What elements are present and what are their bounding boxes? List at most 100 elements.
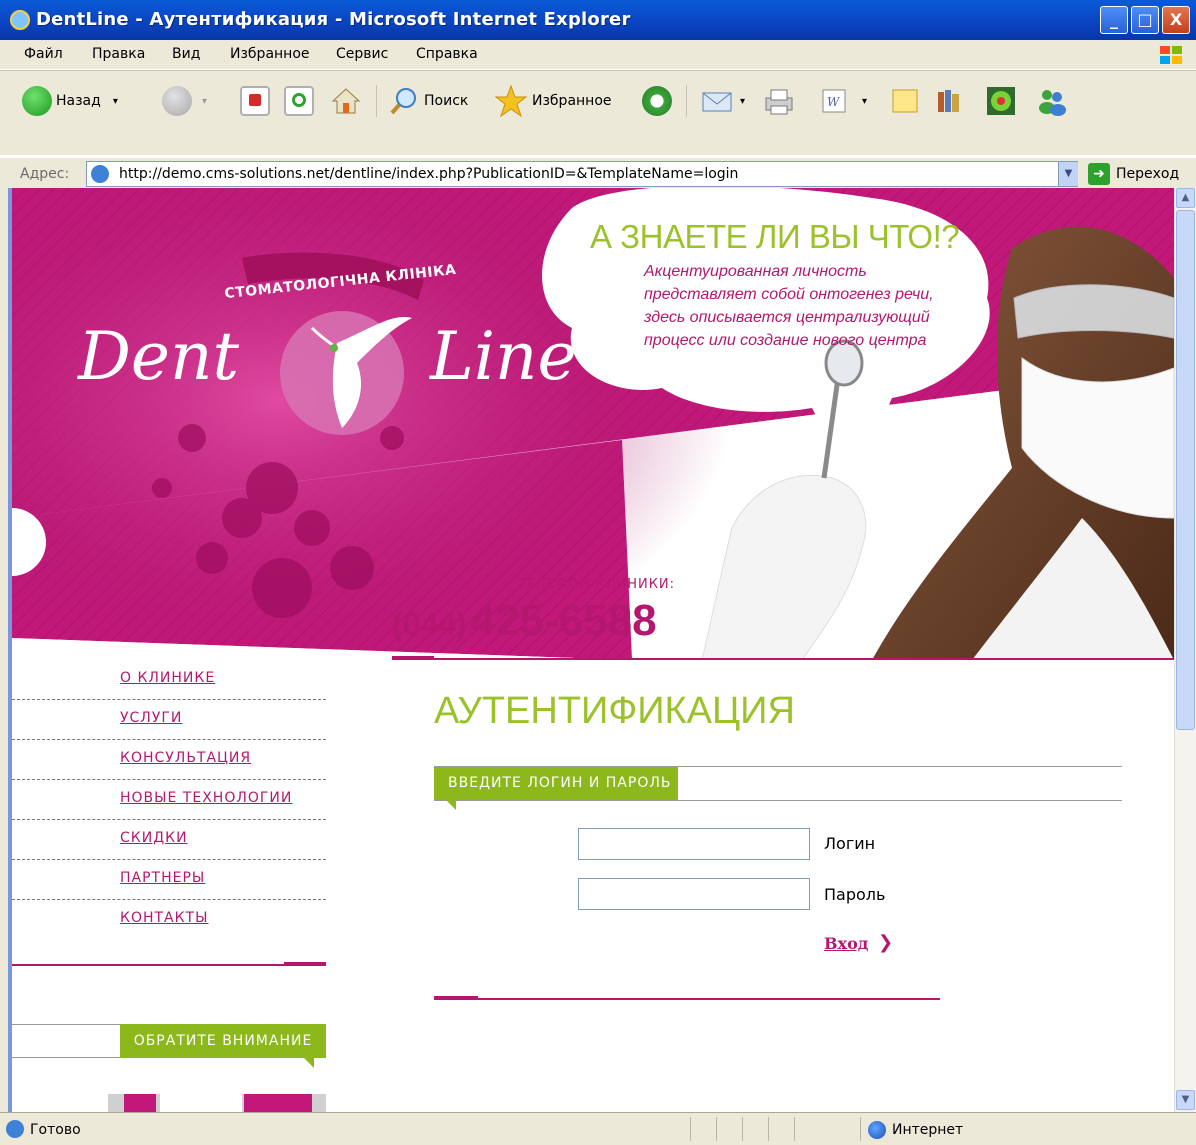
address-dropdown-icon[interactable]: ▼ bbox=[1058, 162, 1078, 186]
content-divider-accent bbox=[434, 996, 478, 1000]
password-label: Пароль bbox=[824, 885, 886, 904]
icq-button[interactable] bbox=[986, 83, 1016, 119]
nav-link-consultation[interactable]: КОНСУЛЬТАЦИЯ bbox=[120, 750, 251, 766]
mail-icon bbox=[702, 92, 732, 112]
page-viewport: СТОМАТОЛОГІЧНА КЛІНІКА Dent Line А ЗНАЕТ… bbox=[12, 188, 1174, 1112]
chevron-right-icon: ❯ bbox=[878, 932, 894, 953]
close-button[interactable]: X bbox=[1162, 6, 1190, 34]
icq-flower-icon bbox=[987, 87, 1015, 115]
go-arrow-icon: ➜ bbox=[1088, 163, 1110, 185]
window-left-border bbox=[0, 188, 12, 1112]
page-status-icon bbox=[6, 1120, 24, 1138]
login-input[interactable] bbox=[578, 828, 810, 860]
address-bar: Адрес: http://demo.cms-solutions.net/den… bbox=[0, 157, 1196, 190]
discuss-button[interactable] bbox=[890, 83, 920, 119]
history-icon bbox=[642, 86, 672, 116]
address-label: Адрес: bbox=[20, 166, 70, 182]
menu-file[interactable]: Файл bbox=[24, 46, 63, 62]
status-text: Готово bbox=[30, 1122, 81, 1138]
printer-icon bbox=[765, 89, 793, 115]
nav-link-partners[interactable]: ПАРТНЕРЫ bbox=[120, 870, 205, 886]
nav-link-contacts[interactable]: КОНТАКТЫ bbox=[120, 910, 208, 926]
home-icon bbox=[331, 88, 361, 114]
nav-divider-accent bbox=[284, 962, 326, 966]
favorites-label: Избранное bbox=[532, 93, 612, 109]
maximize-button[interactable]: □ bbox=[1131, 6, 1159, 34]
windows-logo-icon bbox=[1160, 46, 1182, 64]
search-button[interactable]: Поиск bbox=[388, 83, 468, 119]
back-button[interactable]: Назад ▾ bbox=[22, 83, 118, 119]
scroll-up-button[interactable]: ▲ bbox=[1176, 188, 1195, 208]
menu-favorites[interactable]: Избранное bbox=[230, 46, 310, 62]
nav-item-partners: ПАРТНЕРЫ bbox=[12, 860, 326, 900]
menu-tools[interactable]: Сервис bbox=[336, 46, 388, 62]
login-submit-link[interactable]: Вход bbox=[824, 934, 868, 953]
security-zone: Интернет bbox=[892, 1122, 964, 1138]
attention-tail bbox=[304, 1058, 314, 1068]
scroll-down-button[interactable]: ▼ bbox=[1176, 1090, 1195, 1110]
back-arrow-icon bbox=[22, 86, 52, 116]
messenger-button[interactable] bbox=[1036, 83, 1068, 119]
print-button[interactable] bbox=[762, 83, 796, 119]
word-icon: W bbox=[822, 89, 846, 113]
note-icon bbox=[892, 89, 918, 113]
minimize-button[interactable]: _ bbox=[1100, 6, 1128, 34]
forward-button[interactable]: ▾ bbox=[162, 83, 207, 119]
logo-dent-text[interactable]: Dent bbox=[78, 318, 239, 395]
nav-link-discounts[interactable]: СКИДКИ bbox=[120, 830, 188, 846]
mail-dropdown-icon[interactable]: ▾ bbox=[740, 96, 745, 107]
page-icon bbox=[91, 165, 109, 183]
scroll-thumb[interactable] bbox=[1176, 210, 1195, 730]
stop-icon bbox=[240, 86, 270, 116]
stop-button[interactable] bbox=[240, 83, 270, 119]
edit-dropdown-icon[interactable]: ▾ bbox=[862, 96, 867, 107]
side-nav: О КЛИНИКЕ УСЛУГИ КОНСУЛЬТАЦИЯ НОВЫЕ ТЕХН… bbox=[12, 660, 326, 940]
banner-thumb-1[interactable] bbox=[108, 1094, 160, 1112]
attention-heading: ОБРАТИТЕ ВНИМАНИЕ bbox=[120, 1024, 326, 1058]
forward-dropdown-icon[interactable]: ▾ bbox=[202, 96, 207, 107]
banner-thumb-2[interactable] bbox=[242, 1094, 326, 1112]
go-button[interactable]: ➜ Переход bbox=[1088, 163, 1179, 185]
logo-line-text[interactable]: Line bbox=[430, 318, 577, 395]
content-divider bbox=[434, 998, 940, 1000]
mail-button[interactable]: ▾ bbox=[700, 83, 745, 119]
address-url: http://demo.cms-solutions.net/dentline/i… bbox=[119, 166, 739, 182]
menu-help[interactable]: Справка bbox=[416, 46, 478, 62]
svg-text:W: W bbox=[827, 95, 841, 109]
messenger-icon bbox=[1039, 90, 1066, 116]
nav-item-consultation: КОНСУЛЬТАЦИЯ bbox=[12, 740, 326, 780]
password-input[interactable] bbox=[578, 878, 810, 910]
nav-link-about[interactable]: О КЛИНИКЕ bbox=[120, 670, 215, 686]
nav-link-services[interactable]: УСЛУГИ bbox=[120, 710, 182, 726]
refresh-icon bbox=[284, 86, 314, 116]
phone-digits: 425-6588 bbox=[470, 596, 657, 645]
nav-item-about: О КЛИНИКЕ bbox=[12, 660, 326, 700]
books-icon bbox=[938, 90, 959, 112]
address-input[interactable]: http://demo.cms-solutions.net/dentline/i… bbox=[86, 161, 1078, 187]
nav-item-contacts: КОНТАКТЫ bbox=[12, 900, 326, 940]
go-label: Переход bbox=[1116, 166, 1180, 182]
phone-number: (044) 425-6588 bbox=[392, 596, 657, 646]
favorites-star-icon bbox=[494, 84, 528, 118]
nav-link-new-tech[interactable]: НОВЫЕ ТЕХНОЛОГИИ bbox=[120, 790, 292, 806]
phone-label: ТЕЛЕФОН КЛИНИКИ: bbox=[518, 577, 676, 592]
window-title: DentLine - Аутентификация - Microsoft In… bbox=[36, 9, 631, 30]
search-icon bbox=[390, 88, 416, 115]
title-bar: DentLine - Аутентификация - Microsoft In… bbox=[0, 0, 1196, 40]
page-title: АУТЕНТИФИКАЦИЯ bbox=[434, 690, 795, 732]
ie-logo-icon bbox=[10, 10, 30, 30]
history-button[interactable] bbox=[642, 83, 672, 119]
login-section-tab: ВВЕДИТЕ ЛОГИН И ПАРОЛЬ bbox=[434, 767, 678, 800]
refresh-button[interactable] bbox=[284, 83, 314, 119]
research-button[interactable] bbox=[934, 83, 964, 119]
home-button[interactable] bbox=[330, 83, 362, 119]
back-dropdown-icon[interactable]: ▾ bbox=[113, 96, 118, 107]
favorites-button[interactable]: Избранное bbox=[494, 83, 612, 119]
word-edit-button[interactable]: W ▾ bbox=[820, 83, 867, 119]
vertical-scrollbar[interactable]: ▲ ▼ bbox=[1174, 188, 1196, 1112]
status-bar: Готово Интернет bbox=[0, 1112, 1196, 1145]
menu-edit[interactable]: Правка bbox=[92, 46, 145, 62]
menu-view[interactable]: Вид bbox=[172, 46, 200, 62]
nav-item-new-tech: НОВЫЕ ТЕХНОЛОГИИ bbox=[12, 780, 326, 820]
nav-item-services: УСЛУГИ bbox=[12, 700, 326, 740]
